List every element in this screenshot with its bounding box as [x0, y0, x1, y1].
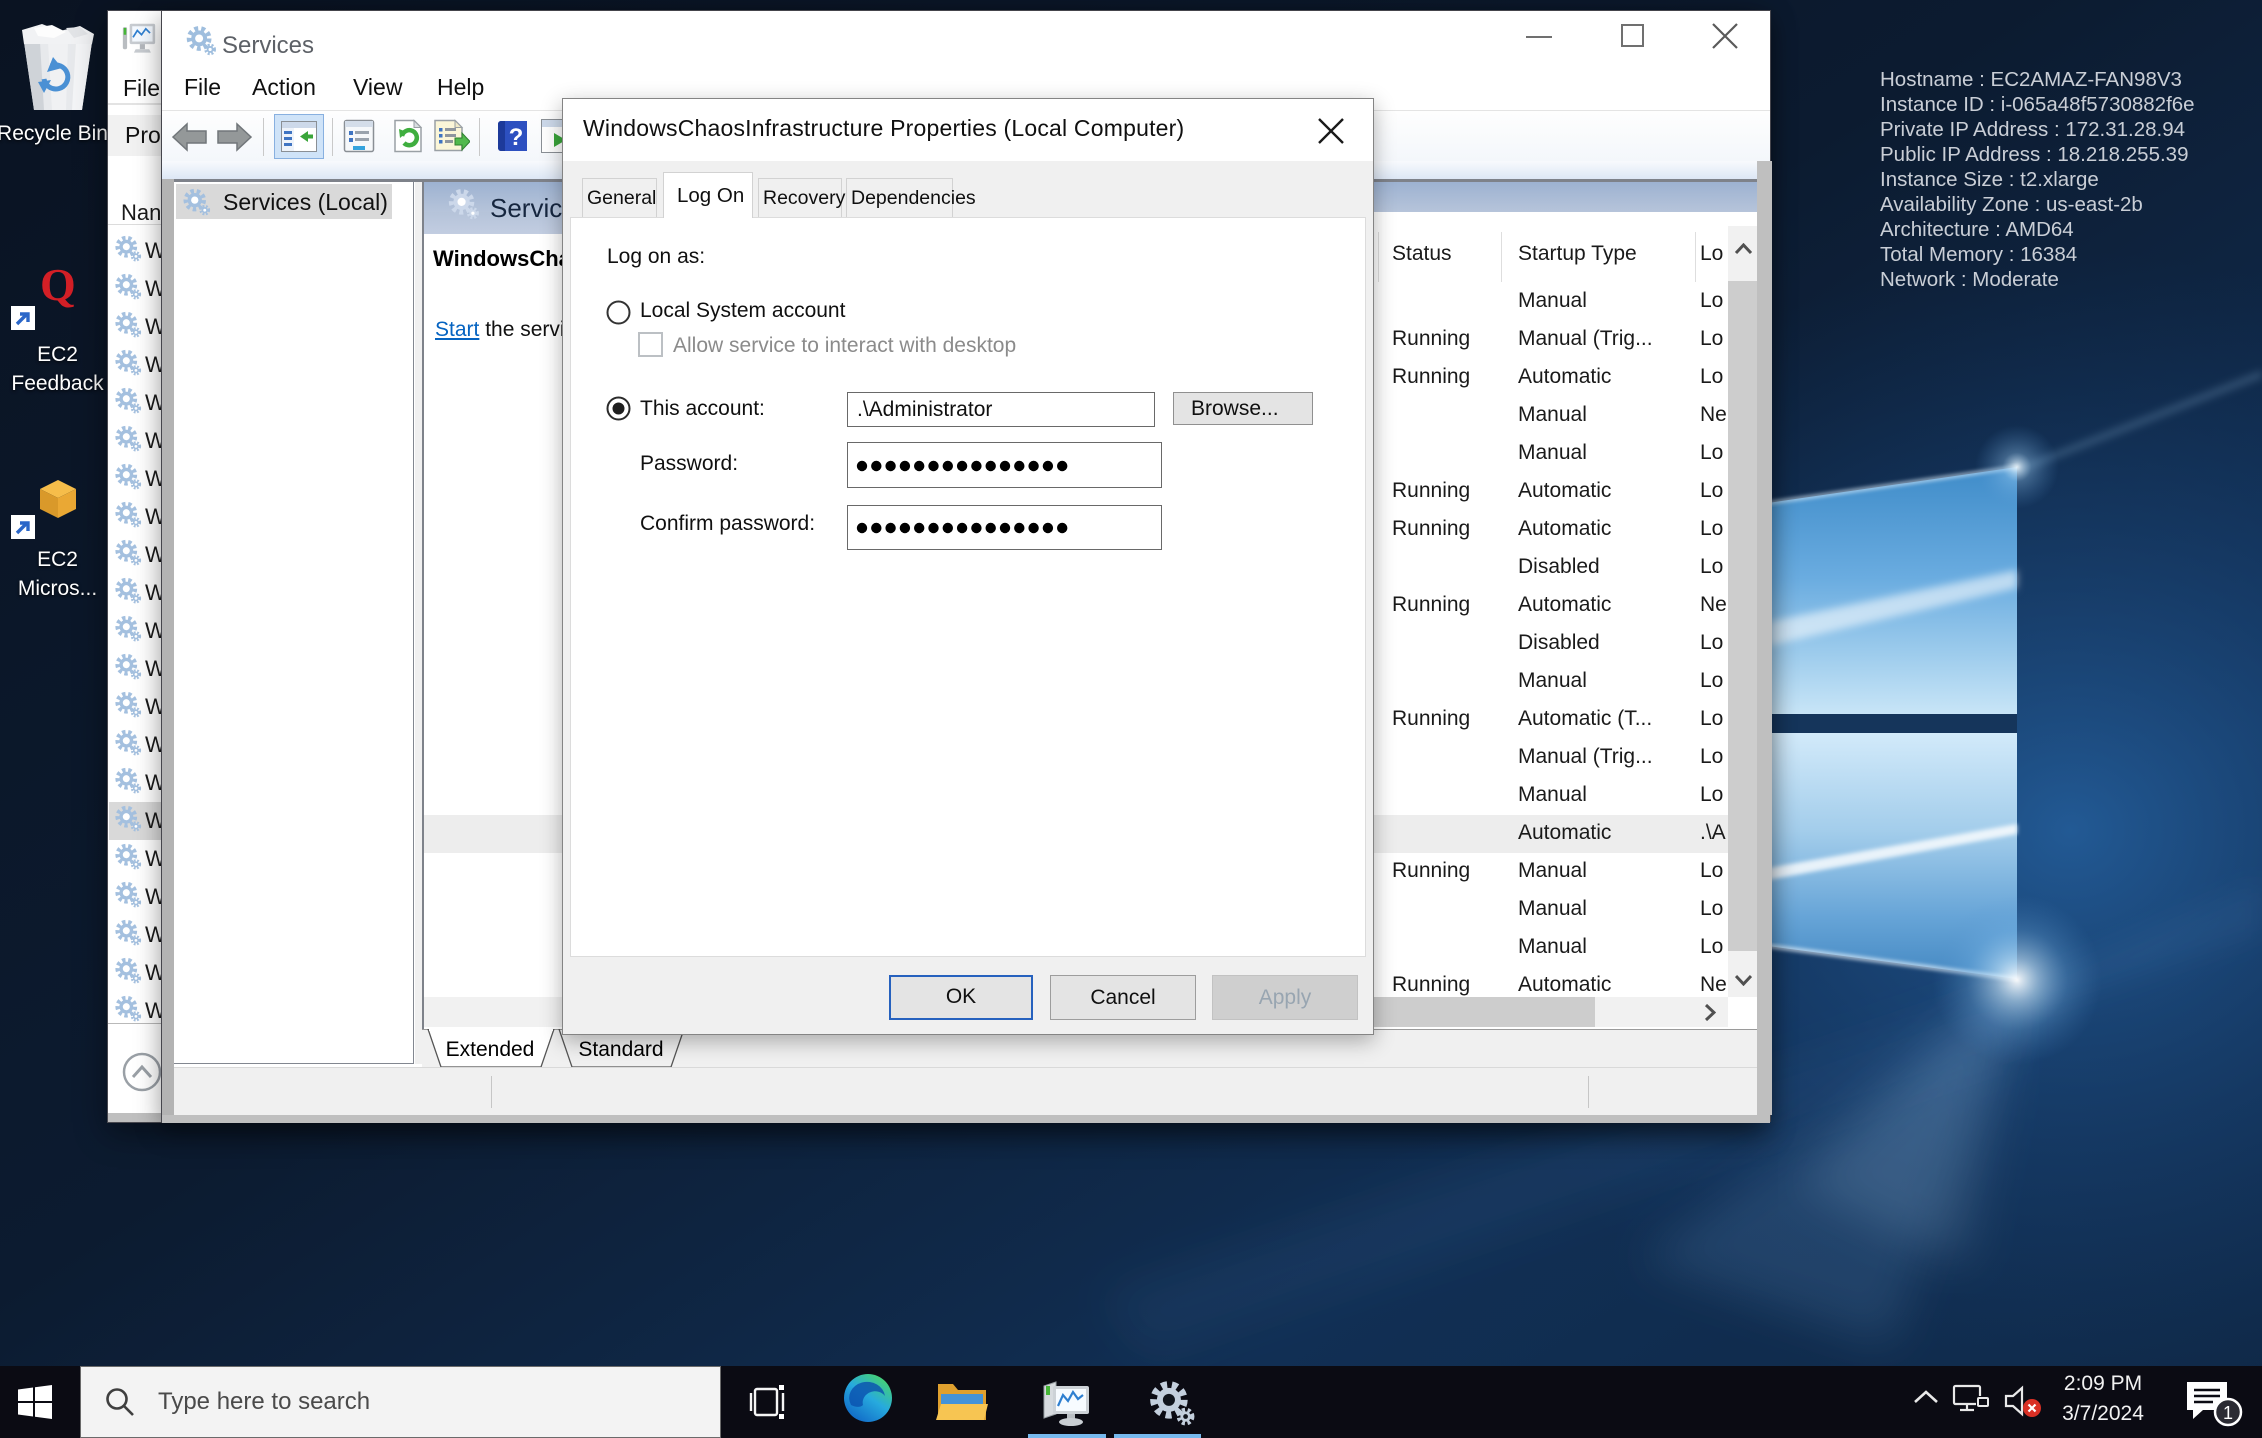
svg-text:1: 1 [2223, 1403, 2233, 1423]
svg-text:Standard: Standard [578, 1038, 663, 1061]
svg-text:?: ? [509, 124, 524, 151]
svg-text:Extended: Extended [446, 1038, 535, 1061]
